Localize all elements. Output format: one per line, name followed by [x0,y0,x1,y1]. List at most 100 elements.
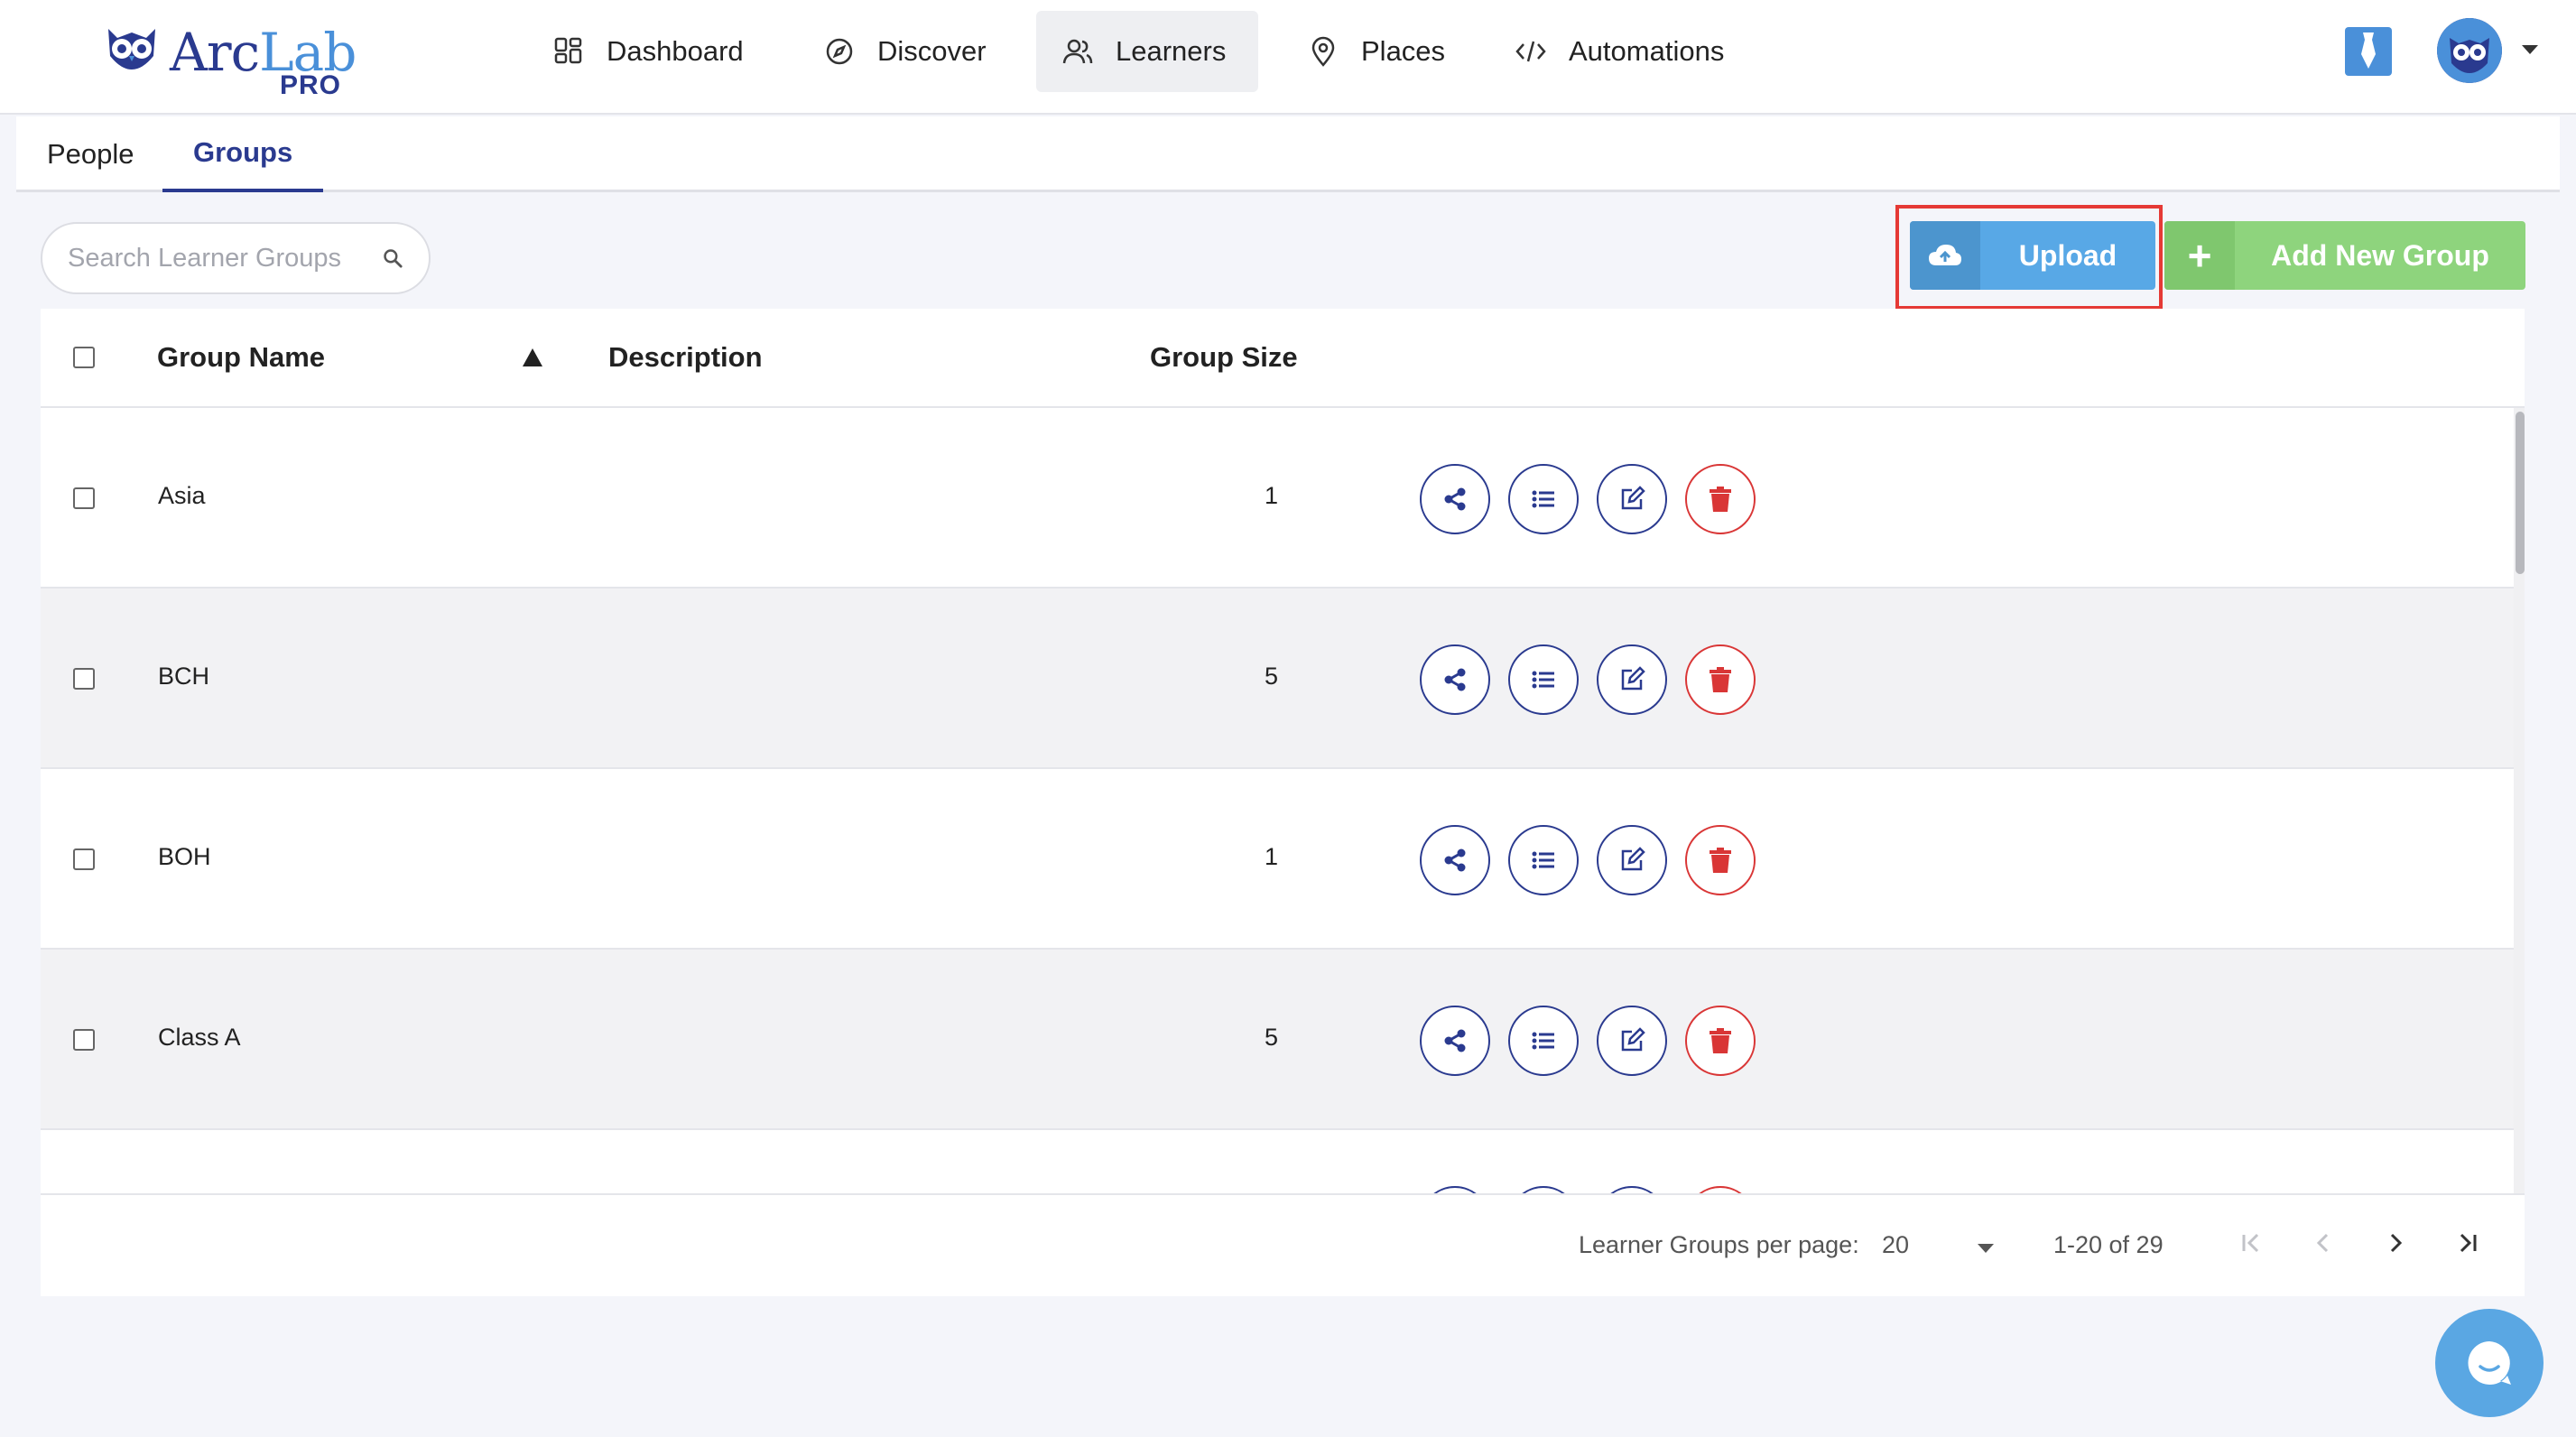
per-page-select[interactable]: 20 [1882,1231,1909,1259]
share-button[interactable] [1420,825,1490,895]
nav-discover[interactable]: Discover [798,11,1012,92]
table-row-partial [41,1130,2514,1193]
share-icon [1444,668,1466,691]
search-box [41,222,431,294]
delete-button[interactable] [1685,644,1756,715]
edit-icon [1621,847,1645,871]
sort-ascending-icon[interactable] [523,348,542,366]
map-pin-icon [1311,36,1335,67]
last-page-button[interactable] [2445,1220,2490,1265]
add-new-group-button[interactable]: + Add New Group [2164,221,2525,290]
edit-button[interactable] [1597,825,1667,895]
list-button[interactable] [1508,1006,1579,1076]
plus-icon: + [2164,221,2235,290]
column-header-group-size[interactable]: Group Size [1150,341,1298,374]
row-checkbox[interactable] [73,1029,95,1051]
trash-icon [1710,848,1731,873]
share-button[interactable] [1420,644,1490,715]
chevron-left-icon [2316,1233,2329,1253]
top-navigation: ArcLab PRO Dashboard Discover Learners P… [0,0,2576,115]
arclab-logo[interactable]: ArcLab PRO [99,20,370,101]
table-row: BOH 1 [41,769,2514,950]
group-name: Class A [158,1024,241,1051]
upload-button[interactable]: Upload [1910,221,2155,290]
table-header: Group Name Description Group Size [41,309,2525,408]
edit-button[interactable] [1597,644,1667,715]
trash-icon [1710,1028,1731,1053]
share-button[interactable] [1420,1186,1490,1193]
share-button[interactable] [1420,1006,1490,1076]
chevron-right-icon [2390,1233,2403,1253]
first-page-icon [2242,1233,2259,1253]
search-icon[interactable] [382,243,403,273]
list-icon [1532,1032,1554,1050]
select-all-checkbox[interactable] [73,347,95,368]
edit-button[interactable] [1597,464,1667,534]
row-checkbox[interactable] [73,848,95,870]
edit-icon [1621,666,1645,691]
table-pagination: Learner Groups per page: 20 1-20 of 29 [41,1193,2525,1296]
last-page-icon [2460,1233,2477,1253]
edit-icon [1621,1027,1645,1052]
per-page-label: Learner Groups per page: [1579,1231,1859,1258]
nav-dashboard[interactable]: Dashboard [527,11,769,92]
row-checkbox[interactable] [73,487,95,509]
learner-tabs: People Groups [16,116,2560,192]
table-scrollbar-thumb[interactable] [2516,412,2525,574]
row-checkbox[interactable] [73,668,95,690]
delete-button[interactable] [1685,1186,1756,1193]
list-button[interactable] [1508,1186,1579,1193]
next-page-button[interactable] [2373,1220,2418,1265]
list-button[interactable] [1508,825,1579,895]
group-name: BOH [158,843,211,870]
edit-icon [1621,486,1645,510]
dashboard-icon [554,37,582,64]
delete-button[interactable] [1685,825,1756,895]
group-size: 5 [1265,663,1279,690]
list-icon [1532,490,1554,508]
table-row: Asia 1 [41,408,2514,589]
list-button[interactable] [1508,464,1579,534]
share-icon [1444,487,1466,511]
column-header-group-name[interactable]: Group Name [157,341,325,374]
groups-table: Group Name Description Group Size Asia 1 [41,309,2525,1296]
user-avatar[interactable] [2437,18,2502,83]
tab-people[interactable]: People [16,116,165,192]
edit-button[interactable] [1597,1186,1667,1193]
share-icon [1444,848,1466,872]
delete-button[interactable] [1685,464,1756,534]
list-button[interactable] [1508,644,1579,715]
users-icon [1062,39,1093,64]
nav-learners[interactable]: Learners [1036,11,1258,92]
chat-support-button[interactable] [2435,1309,2544,1417]
tab-groups[interactable]: Groups [162,116,324,192]
nav-places[interactable]: Places [1282,11,1470,92]
delete-button[interactable] [1685,1006,1756,1076]
group-name: BCH [158,663,210,690]
share-button[interactable] [1420,464,1490,534]
nav-automations[interactable]: Automations [1489,11,1749,92]
trash-icon [1710,667,1731,692]
prev-page-button[interactable] [2301,1220,2346,1265]
badge-icon[interactable] [2345,27,2392,76]
share-icon [1444,1029,1466,1052]
nav-discover-label: Discover [877,35,987,67]
per-page-caret-icon[interactable] [1978,1244,1994,1253]
compass-icon [826,38,853,65]
cloud-upload-icon [1910,221,1980,290]
code-icon [1515,41,1546,62]
owl-logo-icon [108,29,155,70]
table-row: Class A 5 [41,950,2514,1130]
search-input[interactable] [68,243,375,273]
edit-button[interactable] [1597,1006,1667,1076]
column-header-description[interactable]: Description [608,341,763,374]
page-range: 1-20 of 29 [2053,1231,2164,1258]
nav-automations-label: Automations [1569,35,1725,67]
nav-dashboard-label: Dashboard [607,35,744,67]
first-page-button[interactable] [2229,1220,2274,1265]
logo-tier: PRO [280,70,342,100]
upload-label: Upload [2018,238,2117,272]
chevron-down-icon[interactable] [2522,45,2538,54]
list-icon [1532,851,1554,869]
chat-bubble-icon [2468,1341,2511,1385]
